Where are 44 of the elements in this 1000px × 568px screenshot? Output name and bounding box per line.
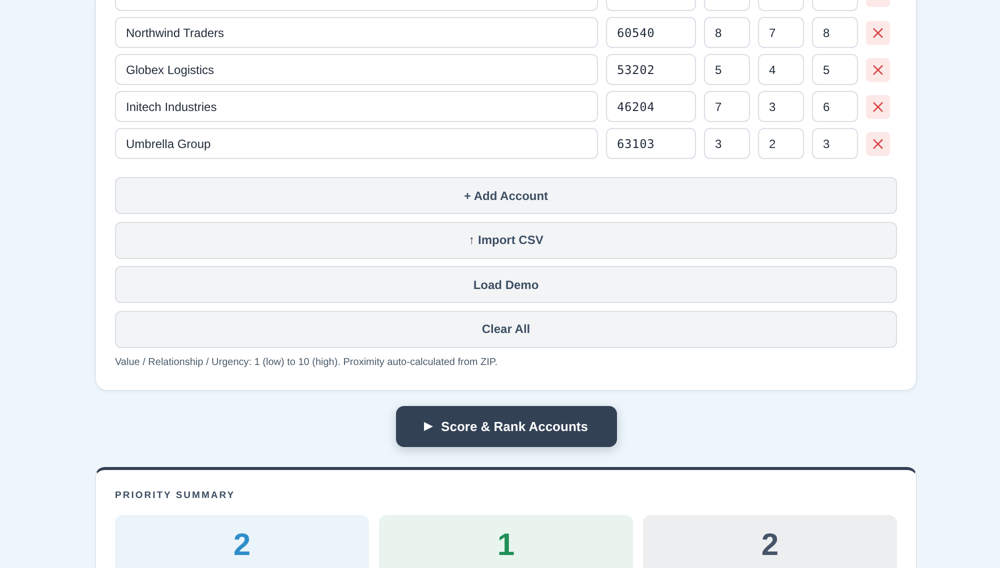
zip-field[interactable]: 46204: [606, 91, 696, 122]
action-button[interactable]: Clear All: [115, 310, 897, 348]
name-field[interactable]: Umbrella Group: [115, 128, 598, 159]
urgency-field[interactable]: 5: [812, 54, 858, 85]
value-field[interactable]: [704, 0, 750, 11]
value-field[interactable]: 3: [704, 128, 750, 159]
relationship-field[interactable]: 2: [758, 128, 804, 159]
urgency-field[interactable]: [812, 0, 858, 11]
zip-field[interactable]: [606, 0, 696, 11]
close-icon: [873, 138, 883, 148]
close-icon: [873, 102, 883, 112]
action-button[interactable]: + Add Account: [115, 177, 897, 214]
score-button[interactable]: Score & Rank Accounts: [396, 406, 616, 446]
urgency-field[interactable]: 6: [812, 91, 858, 122]
urgency-field[interactable]: 8: [812, 17, 858, 48]
tier-count: 1: [497, 528, 515, 562]
action-button[interactable]: Load Demo: [115, 266, 897, 303]
play-icon: [424, 422, 434, 430]
zip-field[interactable]: 63103: [606, 128, 696, 159]
value-field[interactable]: 5: [704, 54, 750, 85]
close-icon: [873, 28, 883, 38]
name-field[interactable]: Northwind Traders: [115, 17, 598, 48]
relationship-field[interactable]: [758, 0, 804, 11]
tier-count: 2: [233, 528, 251, 562]
delete-button[interactable]: [866, 20, 890, 44]
delete-button[interactable]: [866, 132, 890, 156]
name-field[interactable]: [115, 0, 598, 11]
tier-count: 2: [761, 528, 779, 562]
value-field[interactable]: 8: [704, 17, 750, 48]
urgency-field[interactable]: 3: [812, 128, 858, 159]
name-field[interactable]: Initech Industries: [115, 91, 598, 122]
delete-button[interactable]: [866, 58, 890, 82]
action-button[interactable]: ↑ Import CSV: [115, 222, 897, 258]
value-field[interactable]: 7: [704, 91, 750, 122]
delete-button[interactable]: [866, 94, 890, 118]
relationship-field[interactable]: 4: [758, 54, 804, 85]
close-icon: [873, 64, 883, 74]
name-field[interactable]: Globex Logistics: [115, 54, 598, 85]
section-title: PRIORITY SUMMARY: [115, 490, 236, 502]
relationship-field[interactable]: 3: [758, 91, 804, 122]
zip-field[interactable]: 53202: [606, 54, 696, 85]
relationship-field[interactable]: 7: [758, 17, 804, 48]
zip-field[interactable]: 60540: [606, 17, 696, 48]
hint-text: Value / Relationship / Urgency: 1 (low) to 10 (high). Proximity auto-calculated from ZIP.: [115, 356, 499, 368]
